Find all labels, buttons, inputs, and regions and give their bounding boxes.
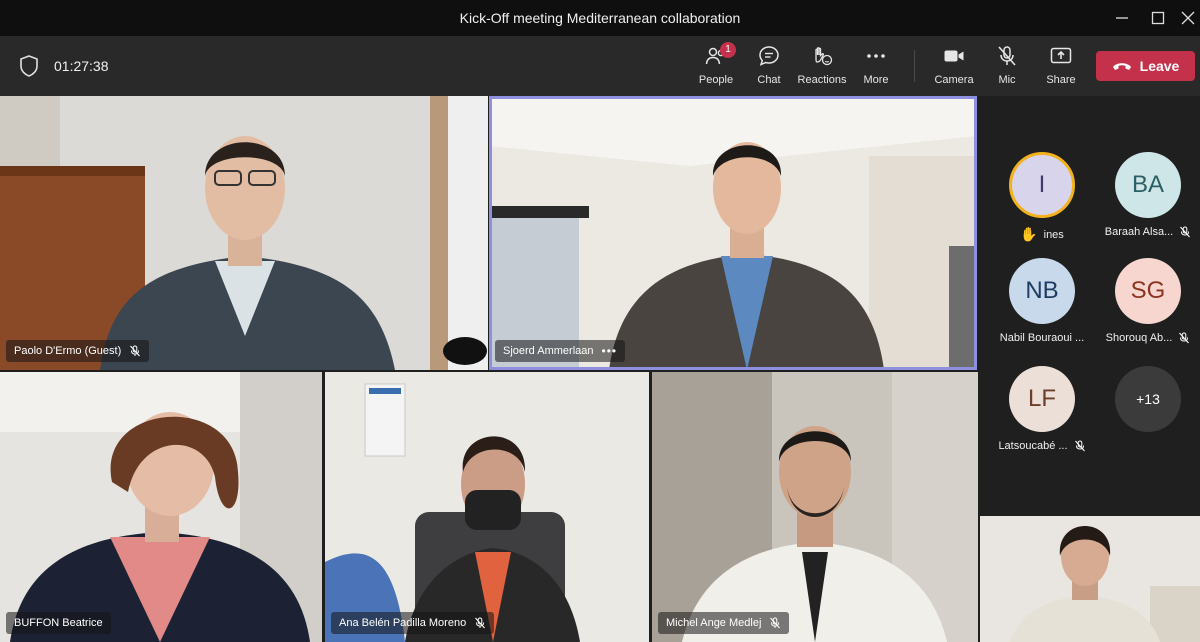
camera-label: Camera <box>934 74 974 86</box>
participant-video <box>652 372 978 642</box>
maximize-icon <box>1151 11 1165 25</box>
share-screen-icon <box>1050 47 1072 64</box>
more-options-icon[interactable]: ••• <box>602 344 618 358</box>
roster-name: Baraah Alsa... <box>1104 226 1174 238</box>
avatar: SG <box>1115 258 1181 324</box>
avatar-initials: SG <box>1130 277 1166 304</box>
chat-button[interactable]: Chat <box>741 44 797 92</box>
avatar: NB <box>1009 258 1075 324</box>
more-icon <box>867 54 885 58</box>
participant-video <box>0 372 322 642</box>
avatar-initials: BA <box>1131 171 1164 198</box>
self-view[interactable] <box>980 516 1200 642</box>
chat-label: Chat <box>757 74 781 86</box>
camera-button[interactable]: Camera <box>926 44 982 92</box>
participant-name-tag: Ana Belén Padilla Moreno <box>331 612 495 634</box>
mic-button[interactable]: Mic <box>979 44 1035 92</box>
participant-video <box>325 372 649 642</box>
leave-button[interactable]: Leave <box>1096 51 1195 81</box>
self-video <box>980 516 1200 642</box>
leave-label: Leave <box>1139 58 1180 74</box>
participant-name-tag: Paolo D'Ermo (Guest) <box>6 340 150 362</box>
mic-off-icon <box>1179 226 1191 238</box>
close-button[interactable] <box>1166 0 1200 36</box>
raised-hand-icon: ✋ <box>1020 226 1038 242</box>
mic-off-icon <box>129 345 141 357</box>
roster-name: Nabil Bouraoui ... <box>999 332 1085 344</box>
roster-name: ines <box>1043 228 1064 241</box>
avatar-initials: NB <box>1025 277 1059 304</box>
participant-roster: I ✋ ines BA Baraah Alsa... NB Nabil Bour… <box>980 96 1200 516</box>
roster-name-row: Latsoucabé ... <box>992 440 1092 452</box>
mic-off-icon <box>998 46 1016 66</box>
avatar: I <box>1009 152 1075 218</box>
toolbar-divider <box>914 50 915 82</box>
video-tile-beatrice[interactable]: BUFFON Beatrice <box>0 372 322 642</box>
roster-person-shorouq[interactable]: SG Shorouq Ab... <box>1098 258 1198 344</box>
roster-name: Latsoucabé ... <box>998 440 1068 452</box>
mic-off-icon <box>769 617 781 629</box>
title-bar: Kick-Off meeting Mediterranean collabora… <box>0 0 1200 36</box>
hang-up-icon <box>1112 63 1131 70</box>
roster-overflow-button[interactable]: +13 <box>1098 366 1198 432</box>
video-tile-paolo[interactable]: Paolo D'Ermo (Guest) <box>0 96 488 370</box>
participant-video <box>0 96 488 370</box>
meeting-title: Kick-Off meeting Mediterranean collabora… <box>459 10 741 26</box>
people-badge: 1 <box>720 42 736 58</box>
camera-icon <box>944 50 964 62</box>
reactions-label: Reactions <box>797 74 847 86</box>
avatar-initials: I <box>1038 171 1046 198</box>
mic-off-icon <box>474 617 486 629</box>
share-label: Share <box>1046 74 1076 86</box>
roster-name-row: Nabil Bouraoui ... <box>992 332 1092 344</box>
chat-icon <box>759 46 779 66</box>
roster-name-row: Shorouq Ab... <box>1098 332 1198 344</box>
participant-name: Paolo D'Ermo (Guest) <box>14 345 122 357</box>
video-tile-ana-belen[interactable]: Ana Belén Padilla Moreno <box>325 372 649 642</box>
roster-person-ines[interactable]: I ✋ ines <box>992 152 1092 243</box>
roster-person-latsoucabe[interactable]: LF Latsoucabé ... <box>992 366 1092 452</box>
more-button[interactable]: More <box>848 44 904 92</box>
meeting-timer: 01:27:38 <box>54 58 109 74</box>
people-label: People <box>698 74 734 86</box>
participant-name-tag: BUFFON Beatrice <box>6 612 111 634</box>
reactions-icon <box>815 47 833 66</box>
avatar-initials: LF <box>1027 385 1056 412</box>
roster-name-row: ✋ ines <box>992 226 1092 243</box>
reactions-button[interactable]: Reactions <box>794 44 850 92</box>
shield-icon <box>20 55 38 77</box>
participant-name: Ana Belén Padilla Moreno <box>339 617 467 629</box>
people-button[interactable]: 1 People <box>688 42 744 92</box>
video-tile-michel[interactable]: Michel Ange Medlej <box>652 372 978 642</box>
avatar: LF <box>1009 366 1075 432</box>
roster-name-row: Baraah Alsa... <box>1098 226 1198 238</box>
roster-person-baraah[interactable]: BA Baraah Alsa... <box>1098 152 1198 238</box>
mic-off-icon <box>1178 332 1190 344</box>
video-tile-sjoerd[interactable]: Sjoerd Ammerlaan ••• <box>489 96 977 370</box>
participant-name-tag: Sjoerd Ammerlaan ••• <box>495 340 626 362</box>
mic-off-icon <box>1074 440 1086 452</box>
participant-name: BUFFON Beatrice <box>14 617 103 629</box>
participant-video <box>489 96 977 370</box>
share-button[interactable]: Share <box>1033 44 1089 92</box>
minimize-icon <box>1116 17 1128 19</box>
participant-name: Michel Ange Medlej <box>666 617 762 629</box>
more-label: More <box>863 74 889 86</box>
close-icon <box>1181 11 1195 25</box>
participant-name-tag: Michel Ange Medlej <box>658 612 790 634</box>
overflow-count: +13 <box>1115 366 1181 432</box>
mic-label: Mic <box>998 74 1016 86</box>
avatar: BA <box>1115 152 1181 218</box>
meeting-toolbar: 01:27:38 1 People Chat Reactions More Ca… <box>0 36 1200 96</box>
roster-person-nabil[interactable]: NB Nabil Bouraoui ... <box>992 258 1092 344</box>
roster-name: Shorouq Ab... <box>1105 332 1173 344</box>
participant-name: Sjoerd Ammerlaan <box>503 345 594 357</box>
